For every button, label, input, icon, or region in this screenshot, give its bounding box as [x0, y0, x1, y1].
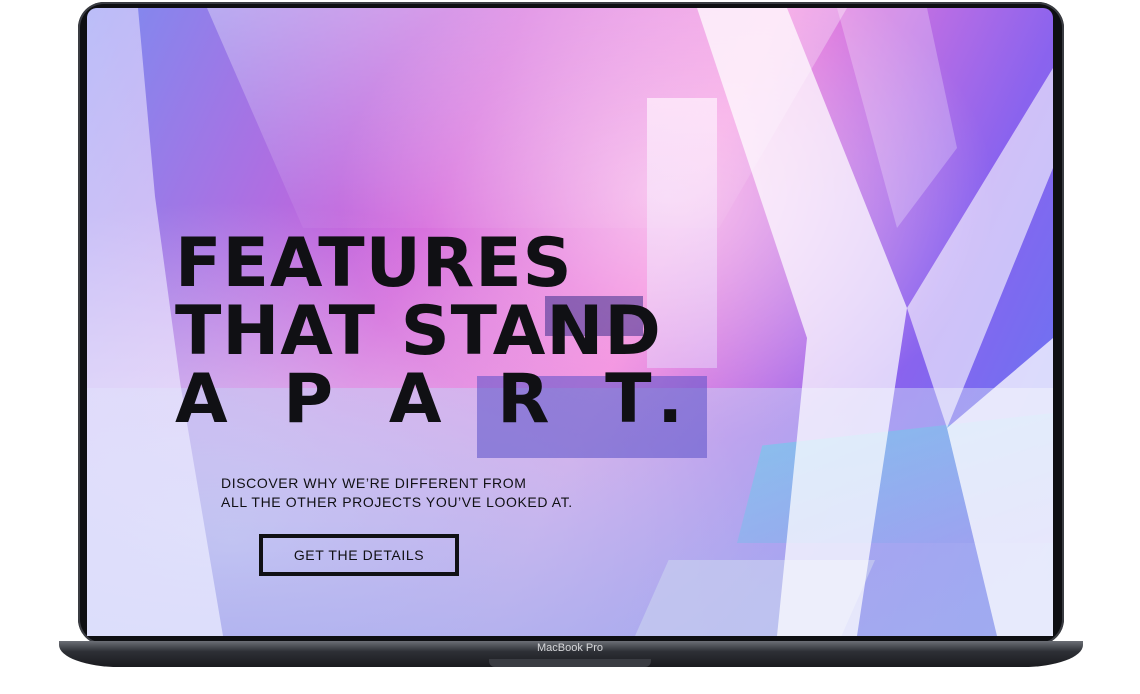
device-label: MacBook Pro: [536, 642, 604, 654]
decorative-letter-shape: [697, 8, 1053, 636]
hero-title-line: THAT STAND: [175, 292, 662, 371]
hero-title: FEATURES THAT STAND A P A R T.: [175, 230, 699, 434]
get-details-button[interactable]: GET THE DETAILS: [259, 534, 459, 576]
hero-subtitle: DISCOVER WHY WE’RE DIFFERENT FROM ALL TH…: [221, 474, 573, 512]
laptop-notch: [489, 659, 651, 667]
hero-subtitle-line: ALL THE OTHER PROJECTS YOU’VE LOOKED AT.: [221, 494, 573, 510]
hero-subtitle-line: DISCOVER WHY WE’RE DIFFERENT FROM: [221, 475, 527, 491]
hero-title-line: FEATURES: [175, 224, 573, 303]
laptop-screen: FEATURES THAT STAND A P A R T. DISCOVER …: [87, 8, 1053, 636]
hero-title-line: A P A R T.: [175, 360, 700, 439]
